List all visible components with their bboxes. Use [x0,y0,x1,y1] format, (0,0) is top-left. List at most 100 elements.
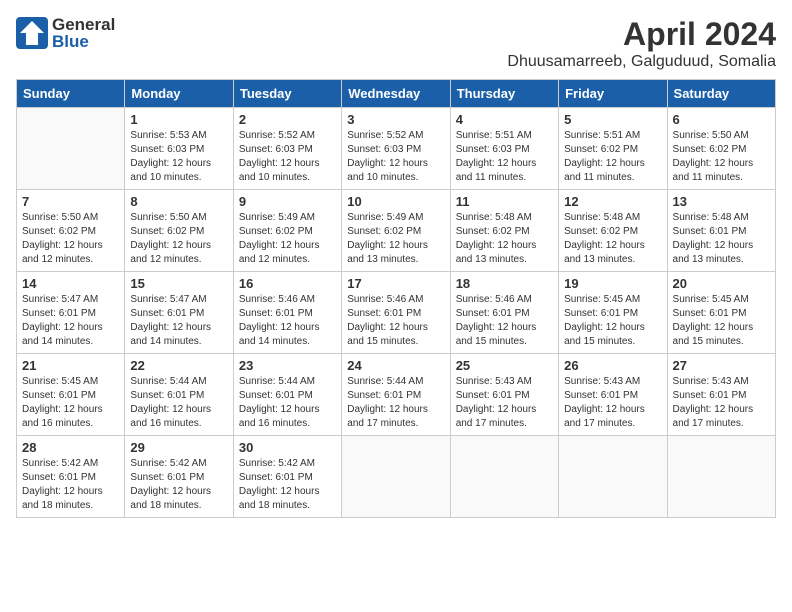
calendar-cell: 17 Sunrise: 5:46 AMSunset: 6:01 PMDayligh… [342,272,450,354]
calendar-cell: 9 Sunrise: 5:49 AMSunset: 6:02 PMDaylight… [233,190,341,272]
day-number: 5 [564,112,661,127]
day-number: 28 [22,440,119,455]
calendar-week-row: 28 Sunrise: 5:42 AMSunset: 6:01 PMDayligh… [17,436,776,518]
calendar-cell: 13 Sunrise: 5:48 AMSunset: 6:01 PMDayligh… [667,190,775,272]
calendar-week-row: 1Sunrise: 5:53 AMSunset: 6:03 PMDaylight… [17,108,776,190]
cell-content: Sunrise: 5:46 AMSunset: 6:01 PMDaylight:… [456,293,553,349]
cell-content: Sunrise: 5:44 AMSunset: 6:01 PMDaylight:… [347,375,444,431]
day-number: 6 [673,112,770,127]
calendar-cell [450,436,558,518]
cell-content: Sunrise: 5:45 AMSunset: 6:01 PMDaylight:… [564,293,661,349]
calendar-cell: 30 Sunrise: 5:42 AMSunset: 6:01 PMDayligh… [233,436,341,518]
calendar-week-row: 7 Sunrise: 5:50 AMSunset: 6:02 PMDaylight… [17,190,776,272]
cell-content: Sunrise: 5:42 AMSunset: 6:01 PMDaylight:… [22,457,119,513]
calendar-cell: 20 Sunrise: 5:45 AMSunset: 6:01 PMDayligh… [667,272,775,354]
calendar-week-row: 21 Sunrise: 5:45 AMSunset: 6:01 PMDayligh… [17,354,776,436]
cell-content: Sunrise: 5:48 AMSunset: 6:01 PMDaylight:… [673,211,770,267]
calendar-cell: 2 Sunrise: 5:52 AMSunset: 6:03 PMDaylight… [233,108,341,190]
day-number: 3 [347,112,444,127]
cell-content: Sunrise: 5:49 AMSunset: 6:02 PMDaylight:… [347,211,444,267]
calendar-header-row: SundayMondayTuesdayWednesdayThursdayFrid… [17,80,776,108]
cell-content: Sunrise: 5:50 AMSunset: 6:02 PMDaylight:… [22,211,119,267]
day-number: 13 [673,194,770,209]
calendar-cell: 12Sunrise: 5:48 AMSunset: 6:02 PMDayligh… [559,190,667,272]
day-number: 10 [347,194,444,209]
day-number: 9 [239,194,336,209]
calendar-cell: 25Sunrise: 5:43 AMSunset: 6:01 PMDayligh… [450,354,558,436]
day-number: 14 [22,276,119,291]
calendar-cell [17,108,125,190]
logo-general: General [52,16,115,33]
logo-icon [16,17,48,49]
calendar-cell: 10 Sunrise: 5:49 AMSunset: 6:02 PMDayligh… [342,190,450,272]
day-number: 16 [239,276,336,291]
cell-content: Sunrise: 5:49 AMSunset: 6:02 PMDaylight:… [239,211,336,267]
cell-content: Sunrise: 5:52 AMSunset: 6:03 PMDaylight:… [347,129,444,185]
cell-content: Sunrise: 5:53 AMSunset: 6:03 PMDaylight:… [130,129,227,185]
day-number: 17 [347,276,444,291]
day-number: 27 [673,358,770,373]
day-number: 2 [239,112,336,127]
cell-content: Sunrise: 5:47 AMSunset: 6:01 PMDaylight:… [22,293,119,349]
calendar-cell: 18 Sunrise: 5:46 AMSunset: 6:01 PMDayligh… [450,272,558,354]
day-number: 4 [456,112,553,127]
day-number: 15 [130,276,227,291]
calendar-cell: 22 Sunrise: 5:44 AMSunset: 6:01 PMDayligh… [125,354,233,436]
calendar-cell [667,436,775,518]
calendar-cell: 4Sunrise: 5:51 AMSunset: 6:03 PMDaylight… [450,108,558,190]
cell-content: Sunrise: 5:42 AMSunset: 6:01 PMDaylight:… [239,457,336,513]
day-number: 30 [239,440,336,455]
calendar-cell: 11Sunrise: 5:48 AMSunset: 6:02 PMDayligh… [450,190,558,272]
cell-content: Sunrise: 5:51 AMSunset: 6:02 PMDaylight:… [564,129,661,185]
calendar-cell: 26 Sunrise: 5:43 AMSunset: 6:01 PMDayligh… [559,354,667,436]
logo-blue: Blue [52,33,115,50]
calendar-cell: 27 Sunrise: 5:43 AMSunset: 6:01 PMDayligh… [667,354,775,436]
day-number: 23 [239,358,336,373]
calendar-cell: 8Sunrise: 5:50 AMSunset: 6:02 PMDaylight… [125,190,233,272]
calendar-cell: 19 Sunrise: 5:45 AMSunset: 6:01 PMDayligh… [559,272,667,354]
day-number: 22 [130,358,227,373]
calendar-cell: 21 Sunrise: 5:45 AMSunset: 6:01 PMDayligh… [17,354,125,436]
day-number: 20 [673,276,770,291]
calendar-cell: 23 Sunrise: 5:44 AMSunset: 6:01 PMDayligh… [233,354,341,436]
day-number: 21 [22,358,119,373]
weekday-header: Monday [125,80,233,108]
weekday-header: Friday [559,80,667,108]
calendar-cell: 7 Sunrise: 5:50 AMSunset: 6:02 PMDaylight… [17,190,125,272]
calendar-cell: 29 Sunrise: 5:42 AMSunset: 6:01 PMDayligh… [125,436,233,518]
cell-content: Sunrise: 5:46 AMSunset: 6:01 PMDaylight:… [347,293,444,349]
month-title: April 2024 [507,16,776,53]
day-number: 26 [564,358,661,373]
cell-content: Sunrise: 5:42 AMSunset: 6:01 PMDaylight:… [130,457,227,513]
cell-content: Sunrise: 5:44 AMSunset: 6:01 PMDaylight:… [130,375,227,431]
weekday-header: Thursday [450,80,558,108]
day-number: 29 [130,440,227,455]
calendar-cell: 1Sunrise: 5:53 AMSunset: 6:03 PMDaylight… [125,108,233,190]
cell-content: Sunrise: 5:43 AMSunset: 6:01 PMDaylight:… [456,375,553,431]
calendar-week-row: 14 Sunrise: 5:47 AMSunset: 6:01 PMDayligh… [17,272,776,354]
day-number: 24 [347,358,444,373]
cell-content: Sunrise: 5:45 AMSunset: 6:01 PMDaylight:… [22,375,119,431]
calendar-cell: 5 Sunrise: 5:51 AMSunset: 6:02 PMDaylight… [559,108,667,190]
cell-content: Sunrise: 5:43 AMSunset: 6:01 PMDaylight:… [564,375,661,431]
cell-content: Sunrise: 5:50 AMSunset: 6:02 PMDaylight:… [673,129,770,185]
cell-content: Sunrise: 5:43 AMSunset: 6:01 PMDaylight:… [673,375,770,431]
day-number: 19 [564,276,661,291]
weekday-header: Sunday [17,80,125,108]
calendar-table: SundayMondayTuesdayWednesdayThursdayFrid… [16,79,776,518]
weekday-header: Wednesday [342,80,450,108]
title-section: April 2024 Dhuusamarreeb, Galguduud, Som… [507,16,776,71]
calendar-cell: 24 Sunrise: 5:44 AMSunset: 6:01 PMDayligh… [342,354,450,436]
day-number: 7 [22,194,119,209]
cell-content: Sunrise: 5:46 AMSunset: 6:01 PMDaylight:… [239,293,336,349]
day-number: 18 [456,276,553,291]
calendar-cell: 28 Sunrise: 5:42 AMSunset: 6:01 PMDayligh… [17,436,125,518]
cell-content: Sunrise: 5:47 AMSunset: 6:01 PMDaylight:… [130,293,227,349]
location-title: Dhuusamarreeb, Galguduud, Somalia [507,53,776,71]
cell-content: Sunrise: 5:52 AMSunset: 6:03 PMDaylight:… [239,129,336,185]
day-number: 8 [130,194,227,209]
cell-content: Sunrise: 5:44 AMSunset: 6:01 PMDaylight:… [239,375,336,431]
cell-content: Sunrise: 5:45 AMSunset: 6:01 PMDaylight:… [673,293,770,349]
calendar-cell [342,436,450,518]
calendar-cell: 16 Sunrise: 5:46 AMSunset: 6:01 PMDayligh… [233,272,341,354]
